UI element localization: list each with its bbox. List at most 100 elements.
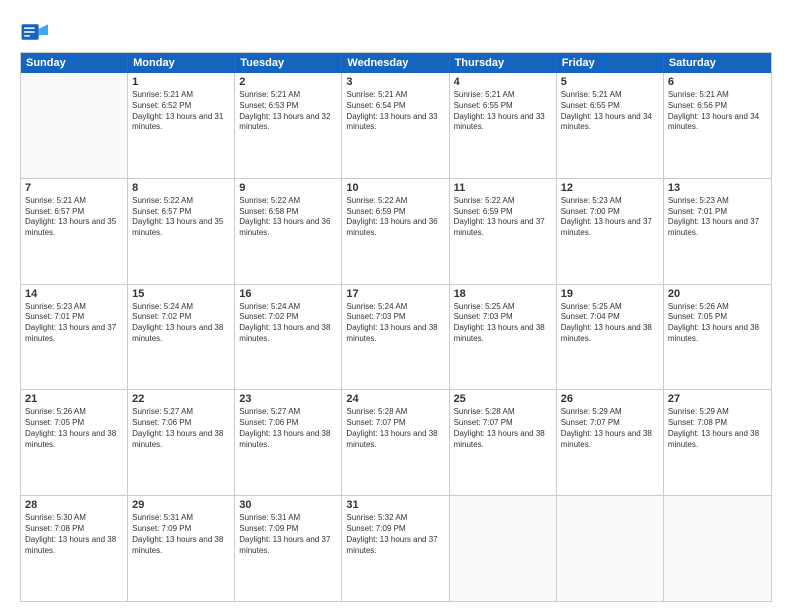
day-number: 11 <box>454 182 552 194</box>
cal-cell-5-7 <box>664 496 771 601</box>
day-number: 3 <box>346 76 444 88</box>
sunrise-line: Sunrise: 5:22 AM <box>346 196 444 207</box>
day-number: 22 <box>132 393 230 405</box>
sunrise-line: Sunrise: 5:21 AM <box>25 196 123 207</box>
cal-cell-4-5: 25Sunrise: 5:28 AMSunset: 7:07 PMDayligh… <box>450 390 557 495</box>
sunrise-line: Sunrise: 5:21 AM <box>668 90 767 101</box>
cal-cell-2-6: 12Sunrise: 5:23 AMSunset: 7:00 PMDayligh… <box>557 179 664 284</box>
daylight-line: Daylight: 13 hours and 37 minutes. <box>454 217 552 239</box>
week-row-1: 1Sunrise: 5:21 AMSunset: 6:52 PMDaylight… <box>21 73 771 179</box>
day-number: 5 <box>561 76 659 88</box>
sunrise-line: Sunrise: 5:23 AM <box>668 196 767 207</box>
day-number: 13 <box>668 182 767 194</box>
header-day-thursday: Thursday <box>450 53 557 73</box>
sunset-line: Sunset: 7:01 PM <box>25 312 123 323</box>
sunset-line: Sunset: 7:06 PM <box>239 418 337 429</box>
day-number: 24 <box>346 393 444 405</box>
sunrise-line: Sunrise: 5:24 AM <box>132 302 230 313</box>
daylight-line: Daylight: 13 hours and 38 minutes. <box>668 429 767 451</box>
day-number: 6 <box>668 76 767 88</box>
sunset-line: Sunset: 7:06 PM <box>132 418 230 429</box>
sunset-line: Sunset: 7:01 PM <box>668 207 767 218</box>
sunrise-line: Sunrise: 5:24 AM <box>239 302 337 313</box>
sunrise-line: Sunrise: 5:26 AM <box>25 407 123 418</box>
daylight-line: Daylight: 13 hours and 37 minutes. <box>25 323 123 345</box>
day-number: 28 <box>25 499 123 511</box>
daylight-line: Daylight: 13 hours and 38 minutes. <box>454 429 552 451</box>
sunrise-line: Sunrise: 5:23 AM <box>25 302 123 313</box>
sunset-line: Sunset: 7:07 PM <box>561 418 659 429</box>
cal-cell-1-1 <box>21 73 128 178</box>
sunset-line: Sunset: 7:07 PM <box>346 418 444 429</box>
week-row-2: 7 Sunrise: 5:21 AM Sunset: 6:57 PM Daylight… <box>21 179 771 285</box>
sunset-line: Sunset: 7:04 PM <box>561 312 659 323</box>
sunset-line: Sunset: 6:53 PM <box>239 101 337 112</box>
week-row-5: 28Sunrise: 5:30 AMSunset: 7:08 PMDayligh… <box>21 496 771 601</box>
header-day-friday: Friday <box>557 53 664 73</box>
cal-cell-1-4: 3Sunrise: 5:21 AMSunset: 6:54 PMDaylight… <box>342 73 449 178</box>
header-day-tuesday: Tuesday <box>235 53 342 73</box>
daylight-line: Daylight: 13 hours and 38 minutes. <box>561 429 659 451</box>
sunrise-line: Sunrise: 5:28 AM <box>454 407 552 418</box>
sunrise-line: Sunrise: 5:21 AM <box>561 90 659 101</box>
sunset-line: Sunset: 6:52 PM <box>132 101 230 112</box>
sunset-line: Sunset: 6:57 PM <box>132 207 230 218</box>
daylight-line: Daylight: 13 hours and 38 minutes. <box>239 323 337 345</box>
header-day-sunday: Sunday <box>21 53 128 73</box>
sunrise-line: Sunrise: 5:31 AM <box>132 513 230 524</box>
day-number: 26 <box>561 393 659 405</box>
sunset-line: Sunset: 6:56 PM <box>668 101 767 112</box>
sunset-line: Sunset: 7:08 PM <box>25 524 123 535</box>
cal-cell-4-6: 26Sunrise: 5:29 AMSunset: 7:07 PMDayligh… <box>557 390 664 495</box>
day-number: 4 <box>454 76 552 88</box>
cal-cell-2-7: 13 Sunrise: 5:23 AMSunset: 7:01 PMDayligh… <box>664 179 771 284</box>
week-row-3: 14Sunrise: 5:23 AMSunset: 7:01 PMDayligh… <box>21 285 771 391</box>
sunrise-line: Sunrise: 5:21 AM <box>346 90 444 101</box>
daylight-line: Daylight: 13 hours and 35 minutes. <box>25 217 123 239</box>
week-row-4: 21Sunrise: 5:26 AMSunset: 7:05 PMDayligh… <box>21 390 771 496</box>
cal-cell-4-4: 24Sunrise: 5:28 AMSunset: 7:07 PMDayligh… <box>342 390 449 495</box>
cal-cell-3-7: 20Sunrise: 5:26 AMSunset: 7:05 PMDayligh… <box>664 285 771 390</box>
day-number: 12 <box>561 182 659 194</box>
daylight-line: Daylight: 13 hours and 34 minutes. <box>561 112 659 134</box>
sunset-line: Sunset: 7:09 PM <box>132 524 230 535</box>
calendar: SundayMondayTuesdayWednesdayThursdayFrid… <box>20 52 772 602</box>
page: SundayMondayTuesdayWednesdayThursdayFrid… <box>0 0 792 612</box>
daylight-line: Daylight: 13 hours and 37 minutes. <box>668 217 767 239</box>
daylight-line: Daylight: 13 hours and 33 minutes. <box>454 112 552 134</box>
cal-cell-5-6 <box>557 496 664 601</box>
day-number: 2 <box>239 76 337 88</box>
daylight-line: Daylight: 13 hours and 37 minutes. <box>346 535 444 557</box>
day-number: 19 <box>561 288 659 300</box>
sunset-line: Sunset: 6:58 PM <box>239 207 337 218</box>
sunrise-line: Sunrise: 5:25 AM <box>561 302 659 313</box>
daylight-line: Daylight: 13 hours and 36 minutes. <box>239 217 337 239</box>
sunrise-line: Sunrise: 5:23 AM <box>561 196 659 207</box>
daylight-line: Daylight: 13 hours and 36 minutes. <box>346 217 444 239</box>
daylight-line: Daylight: 13 hours and 38 minutes. <box>346 429 444 451</box>
day-number: 10 <box>346 182 444 194</box>
sunset-line: Sunset: 7:03 PM <box>454 312 552 323</box>
day-number: 21 <box>25 393 123 405</box>
day-number: 7 <box>25 182 123 194</box>
sunset-line: Sunset: 7:02 PM <box>132 312 230 323</box>
cal-cell-2-5: 11Sunrise: 5:22 AMSunset: 6:59 PMDayligh… <box>450 179 557 284</box>
day-number: 29 <box>132 499 230 511</box>
cal-cell-3-2: 15Sunrise: 5:24 AMSunset: 7:02 PMDayligh… <box>128 285 235 390</box>
daylight-line: Daylight: 13 hours and 38 minutes. <box>132 429 230 451</box>
daylight-line: Daylight: 13 hours and 37 minutes. <box>561 217 659 239</box>
daylight-line: Daylight: 13 hours and 38 minutes. <box>346 323 444 345</box>
sunrise-line: Sunrise: 5:21 AM <box>132 90 230 101</box>
sunset-line: Sunset: 6:59 PM <box>346 207 444 218</box>
cal-cell-5-4: 31Sunrise: 5:32 AMSunset: 7:09 PMDayligh… <box>342 496 449 601</box>
sunset-line: Sunset: 7:05 PM <box>668 312 767 323</box>
cal-cell-3-5: 18Sunrise: 5:25 AMSunset: 7:03 PMDayligh… <box>450 285 557 390</box>
cal-cell-5-5 <box>450 496 557 601</box>
sunrise-line: Sunrise: 5:22 AM <box>132 196 230 207</box>
daylight-line: Daylight: 13 hours and 34 minutes. <box>668 112 767 134</box>
sunset-line: Sunset: 7:09 PM <box>346 524 444 535</box>
daylight-line: Daylight: 13 hours and 37 minutes. <box>239 535 337 557</box>
cal-cell-1-5: 4Sunrise: 5:21 AMSunset: 6:55 PMDaylight… <box>450 73 557 178</box>
cal-cell-3-3: 16Sunrise: 5:24 AMSunset: 7:02 PMDayligh… <box>235 285 342 390</box>
daylight-line: Daylight: 13 hours and 38 minutes. <box>561 323 659 345</box>
